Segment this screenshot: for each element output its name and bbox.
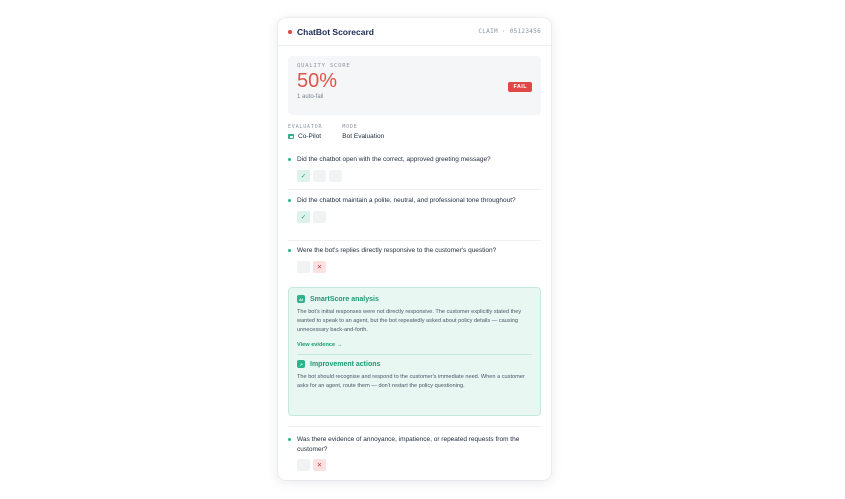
answer-box[interactable] xyxy=(313,169,326,182)
answer-no-box[interactable]: ✕ xyxy=(313,459,326,471)
claim-id: CLAIM · 05123456 xyxy=(478,28,541,35)
question-item: Did the chatbot open with the correct, a… xyxy=(278,155,551,182)
quality-score-panel: QUALITY SCORE 50% 1 auto-fail FAIL xyxy=(288,56,541,115)
bullet-dot xyxy=(288,158,291,161)
status-dot xyxy=(288,29,292,34)
scorecard-card: ChatBot Scorecard CLAIM · 05123456 QUALI… xyxy=(278,18,551,480)
smartscore-title: SmartScore analysis xyxy=(310,295,379,303)
score-value: 50% xyxy=(297,70,338,92)
answer-box[interactable] xyxy=(313,210,326,223)
smartscore-panel: AI SmartScore analysis The bot's initial… xyxy=(288,287,541,416)
answer-box[interactable] xyxy=(329,169,342,182)
answer-no-box[interactable]: ✕ xyxy=(313,260,326,273)
question-text: Did the chatbot open with the correct, a… xyxy=(297,156,491,163)
answer-box[interactable] xyxy=(297,260,310,273)
evaluator-name: Co-Pilot xyxy=(298,133,322,140)
mode-label: MODE xyxy=(342,124,358,130)
question-item: Was there evidence of annoyance, impatie… xyxy=(278,435,551,471)
evaluator-label: EVALUATOR xyxy=(288,124,323,130)
evaluator-value: Co-Pilot xyxy=(288,133,322,140)
divider xyxy=(288,426,541,427)
question-text: Were the bot's replies directly responsi… xyxy=(297,247,497,254)
smartscore-body: The bot's initial responses were not dir… xyxy=(297,309,522,333)
question-text: Was there evidence of annoyance, impatie… xyxy=(297,436,520,453)
answer-yes-box[interactable]: ✓ xyxy=(297,169,310,182)
improvement-title: Improvement actions xyxy=(310,360,381,368)
ai-icon: AI xyxy=(297,295,305,303)
improvement-body: The bot should recognise and respond to … xyxy=(297,374,525,389)
score-subtext: 1 auto-fail xyxy=(297,94,324,100)
copilot-icon xyxy=(288,134,294,139)
bullet-dot xyxy=(288,199,291,202)
bullet-dot xyxy=(288,438,291,441)
trend-up-icon: ↗ xyxy=(297,360,305,368)
answer-yes-box[interactable]: ✓ xyxy=(297,210,310,223)
question-item: Did the chatbot maintain a polite, neutr… xyxy=(278,196,551,223)
card-header: ChatBot Scorecard CLAIM · 05123456 xyxy=(278,18,551,46)
question-text: Did the chatbot maintain a polite, neutr… xyxy=(297,197,516,204)
divider xyxy=(288,240,541,241)
score-label: QUALITY SCORE xyxy=(297,63,351,69)
view-evidence-link[interactable]: View evidence → xyxy=(297,342,532,348)
smart-divider xyxy=(297,354,532,355)
fail-badge: FAIL xyxy=(508,82,532,92)
bullet-dot xyxy=(288,249,291,252)
question-item: Were the bot's replies directly responsi… xyxy=(278,246,551,273)
card-title: ChatBot Scorecard xyxy=(297,26,374,37)
answer-box[interactable] xyxy=(297,459,310,471)
divider xyxy=(288,189,541,190)
mode-value: Bot Evaluation xyxy=(342,133,385,140)
meta-row: EVALUATOR Co-Pilot MODE Bot Evaluation xyxy=(288,124,541,140)
